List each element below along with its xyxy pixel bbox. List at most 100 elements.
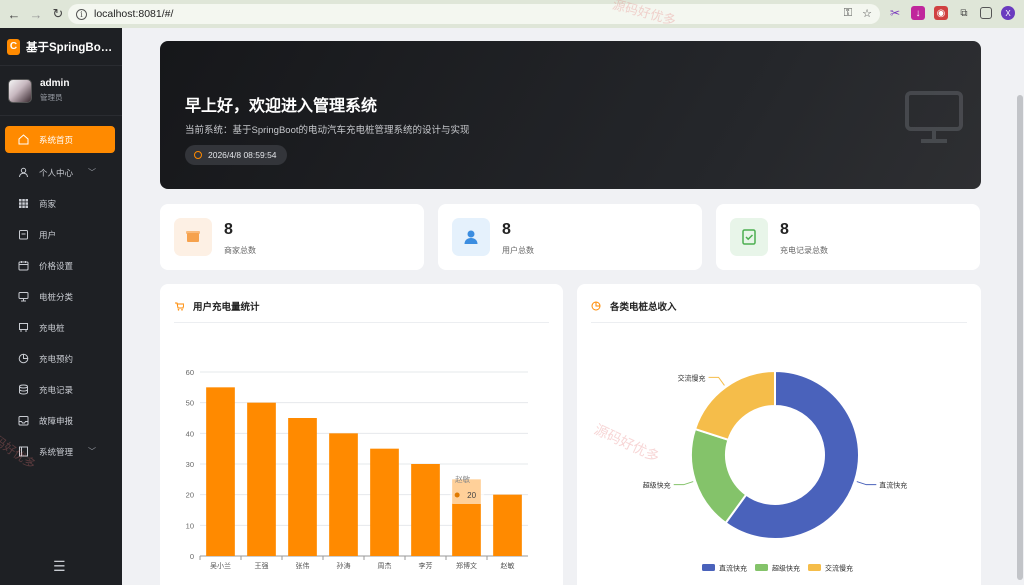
sidebar-item-1[interactable]: 个人中心 ﹀: [0, 157, 122, 188]
bar-李芳[interactable]: [411, 464, 440, 556]
user-role: 管理员: [40, 93, 63, 102]
address-bar[interactable]: i localhost:8081/#/ ⚿ ☆: [68, 4, 880, 24]
welcome-title: 早上好，欢迎进入管理系统: [185, 98, 378, 115]
x-tick-label: 王强: [255, 562, 269, 570]
bar-chart: 0102030405060吴小兰 王强 张伟 孙涛 周杰 李芳 郑博文 赵敏赵敏20: [186, 368, 528, 570]
pie-chart-panel: 各类电桩总收入 直流快充 超级快充 交流慢充 直流快充 超级快充 交流慢充: [577, 284, 981, 585]
legend-label[interactable]: 直流快充: [719, 564, 747, 573]
download-extension-icon[interactable]: ↓: [911, 6, 925, 20]
scissors-extension-icon[interactable]: ✂: [888, 6, 902, 20]
stat-card-0: 8 商家总数: [160, 204, 424, 270]
tooltip-value: 20: [467, 491, 476, 500]
y-tick-label: 0: [190, 552, 194, 561]
sidebar-item-9[interactable]: 故障申报: [0, 405, 122, 436]
site-info-icon[interactable]: i: [76, 8, 87, 20]
user-icon: [452, 218, 490, 256]
chevron-down-icon[interactable]: ﹀: [88, 167, 96, 178]
stat-value: 8: [780, 221, 789, 238]
y-tick-label: 60: [186, 368, 194, 377]
x-tick-label: 张伟: [296, 561, 310, 570]
legend-swatch[interactable]: [702, 564, 715, 571]
y-tick-label: 30: [186, 460, 194, 469]
stat-label: 用户总数: [502, 246, 534, 255]
sidebar-item-6[interactable]: 充电桩: [0, 312, 122, 343]
clock-icon: [194, 151, 202, 159]
sidebar-item-label: 商家: [39, 198, 57, 209]
grid-icon: [19, 199, 28, 208]
bar-赵敏[interactable]: [493, 494, 522, 556]
bar-吴小兰[interactable]: [206, 387, 235, 556]
legend-label[interactable]: 超级快充: [772, 564, 800, 573]
home-icon: [18, 134, 29, 145]
forward-icon[interactable]: →: [28, 6, 44, 22]
sidebar-item-label: 充电桩: [39, 322, 65, 333]
sidebar-item-label: 充电记录: [39, 384, 74, 395]
sidebar-item-7[interactable]: 充电预约: [0, 343, 122, 374]
user-name: admin: [40, 78, 70, 89]
slice-label: 超级快充: [643, 481, 671, 490]
sidebar-item-label: 价格设置: [39, 260, 74, 271]
y-tick-label: 10: [186, 521, 194, 530]
puzzle-extension-icon[interactable]: ⧉: [957, 6, 971, 20]
avatar[interactable]: [8, 78, 32, 103]
system-subtitle: 当前系统：基于SpringBoot的电动汽车充电桩管理系统的设计与实现: [185, 125, 470, 136]
station-icon: [19, 323, 28, 332]
brand: C 基于SpringBoot...: [0, 28, 122, 66]
star-icon[interactable]: ☆: [862, 7, 872, 20]
sidebar-item-label: 个人中心: [39, 167, 74, 178]
tooltip-marker: [454, 492, 460, 498]
avatar-extension-icon[interactable]: ◉: [934, 6, 948, 20]
clipboard-icon: [19, 230, 28, 240]
sidebar-item-label: 用户: [39, 229, 57, 240]
legend-label[interactable]: 交流慢充: [825, 564, 853, 573]
bar-孙涛[interactable]: [329, 433, 358, 556]
key-icon[interactable]: ⚿: [844, 7, 852, 20]
bar-王强[interactable]: [247, 402, 276, 556]
label-line: [708, 376, 725, 386]
donut-chart: 直流快充超级快充交流慢充直流快充 超级快充 交流慢充: [643, 369, 907, 573]
sidebar-item-2[interactable]: 商家: [0, 188, 122, 219]
database-icon: [19, 384, 28, 395]
reload-icon[interactable]: ↻: [50, 6, 66, 22]
back-icon[interactable]: ←: [6, 6, 22, 22]
main-content: 早上好，欢迎进入管理系统 当前系统：基于SpringBoot的电动汽车充电桩管理…: [122, 28, 1015, 585]
x-tick-label: 赵敏: [501, 561, 515, 570]
sidebar-item-label: 系统管理: [39, 446, 74, 457]
x-tick-label: 周杰: [378, 561, 392, 570]
stat-label: 充电记录总数: [780, 246, 828, 255]
profile-avatar[interactable]: X: [1001, 6, 1015, 20]
bar-周杰[interactable]: [370, 448, 399, 556]
sidebar-item-3[interactable]: 用户: [0, 219, 122, 250]
collapse-menu-icon[interactable]: ☰: [53, 558, 66, 575]
legend-swatch[interactable]: [808, 564, 821, 571]
url-text[interactable]: localhost:8081/#/: [94, 8, 173, 20]
sidepanel-icon[interactable]: [980, 7, 992, 19]
stat-label: 商家总数: [224, 246, 256, 255]
chevron-down-icon[interactable]: ﹀: [88, 446, 96, 457]
user-icon: [19, 167, 28, 178]
sidebar-item-5[interactable]: 电桩分类: [0, 281, 122, 312]
x-tick-label: 吴小兰: [210, 561, 231, 570]
tooltip-name: 赵敏: [455, 474, 470, 484]
bar-chart-panel: 用户充电量统计 0 10 20 30 40 50 60 吴小兰 王强 张伟 孙涛 周杰 李芳 郑博文 赵敏赵…: [160, 284, 563, 585]
sidebar-item-4[interactable]: 价格设置: [0, 250, 122, 281]
legend-swatch[interactable]: [755, 564, 768, 571]
welcome-banner: 早上好，欢迎进入管理系统 当前系统：基于SpringBoot的电动汽车充电桩管理…: [160, 41, 981, 189]
donut-slice-交流慢充[interactable]: [693, 369, 776, 442]
bar-张伟[interactable]: [288, 418, 317, 556]
datetime-text: 2026/4/8 08:59:54: [208, 150, 277, 160]
x-tick-label: 李芳: [419, 561, 433, 570]
label-line: [856, 481, 877, 486]
browser-toolbar: ← → ↻ i localhost:8081/#/ ⚿ ☆ ✂ ↓ ◉ ⧉ X …: [0, 0, 1024, 28]
store-icon: [174, 218, 212, 256]
check-calendar-icon: [730, 218, 768, 256]
sidebar-item-0[interactable]: 系统首页: [5, 126, 115, 153]
sidebar-item-8[interactable]: 充电记录: [0, 374, 122, 405]
y-tick-label: 50: [186, 399, 194, 408]
stat-card-1: 8 用户总数: [438, 204, 702, 270]
monitor-icon: [18, 292, 29, 302]
monitor-icon: [905, 91, 963, 143]
sidebar: C 基于SpringBoot... admin 管理员 系统首页 个人中心 ﹀ …: [0, 28, 122, 585]
user-block[interactable]: admin 管理员: [0, 66, 122, 116]
scrollbar-thumb[interactable]: [1017, 95, 1023, 580]
